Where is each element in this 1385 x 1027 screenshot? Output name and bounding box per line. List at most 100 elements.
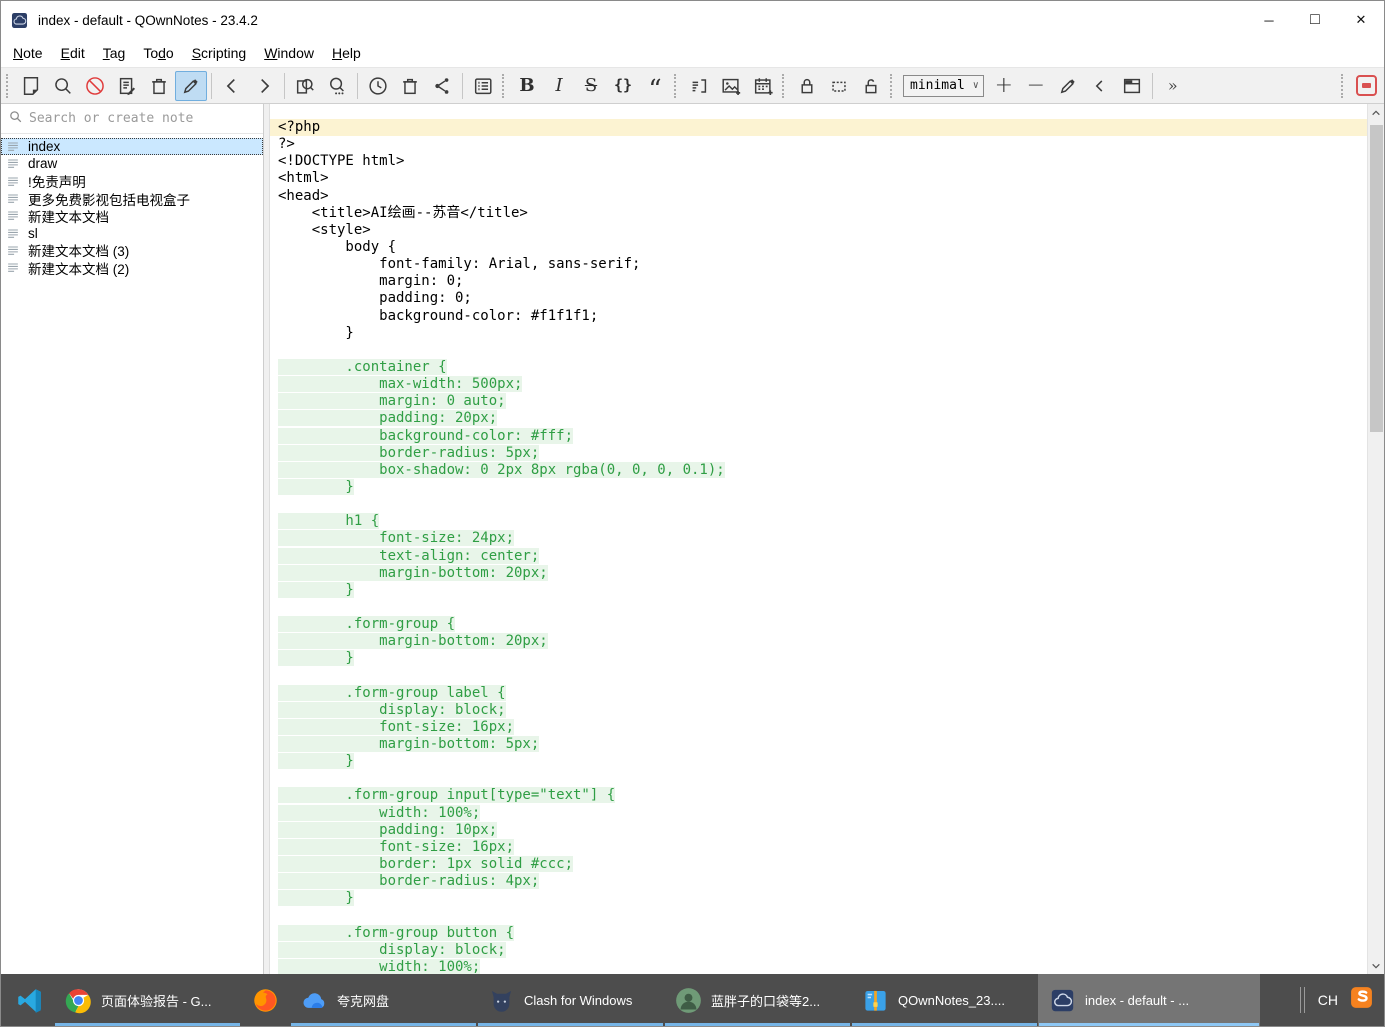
editor-line: .form-group input[type="text"] { xyxy=(270,787,1367,804)
decrypt-note-button[interactable] xyxy=(855,71,887,101)
search-input[interactable] xyxy=(29,111,256,126)
remove-note-button[interactable] xyxy=(79,71,111,101)
note-doc-icon xyxy=(6,157,20,170)
minimize-button[interactable]: ─ xyxy=(1246,1,1292,39)
note-diff-button[interactable] xyxy=(111,71,143,101)
editor-scrollbar[interactable] xyxy=(1367,104,1384,974)
maximize-button[interactable]: □ xyxy=(1292,1,1338,39)
trash-note-button[interactable] xyxy=(143,71,175,101)
todo-list-button[interactable] xyxy=(467,71,499,101)
menu-help[interactable]: Help xyxy=(323,41,370,65)
note-doc-icon xyxy=(6,261,20,274)
add-workspace-button[interactable]: + xyxy=(988,71,1020,101)
editor-line: margin: 0; xyxy=(270,273,1367,290)
collapse-panels-button[interactable] xyxy=(1084,71,1116,101)
menu-note[interactable]: Note xyxy=(4,41,52,65)
new-note-icon xyxy=(20,75,42,97)
dashed-box-icon xyxy=(828,75,850,97)
bold-icon: B xyxy=(519,77,534,95)
back-button[interactable] xyxy=(216,71,248,101)
braces-icon: {} xyxy=(614,78,632,93)
note-edit-indicator-button[interactable] xyxy=(1350,71,1382,101)
editor-line: margin: 0 auto; xyxy=(270,393,1367,410)
find-in-note-button[interactable] xyxy=(321,71,353,101)
note-list-item[interactable]: 新建文本文档 (2) xyxy=(1,259,263,276)
note-list-item[interactable]: 新建文本文档 (3) xyxy=(1,242,263,259)
remove-workspace-button[interactable]: − xyxy=(1020,71,1052,101)
note-text[interactable]: <?php?><!DOCTYPE html><html><head> <titl… xyxy=(270,119,1367,974)
taskbar-item-quark-pan[interactable]: 夸克网盘 xyxy=(290,974,477,1026)
forward-button[interactable] xyxy=(248,71,280,101)
strike-icon: S xyxy=(585,77,597,95)
menu-window[interactable]: Window xyxy=(255,41,323,65)
toolbar-overflow-button[interactable]: » xyxy=(1157,71,1189,101)
editor-line: width: 100%; xyxy=(270,805,1367,822)
edit-mode-button[interactable] xyxy=(175,71,207,101)
scroll-down-icon[interactable] xyxy=(1368,957,1384,974)
toolbar-drag-handle xyxy=(502,74,506,98)
note-list-item[interactable]: index xyxy=(1,138,263,155)
format-bold-button[interactable]: B xyxy=(511,71,543,101)
toggle-panels-button[interactable] xyxy=(1116,71,1148,101)
taskbar-item-vscode[interactable] xyxy=(5,974,54,1026)
editor-line: .container { xyxy=(270,359,1367,376)
taskbar-item-label: QOwnNotes_23.... xyxy=(898,993,1005,1008)
insert-blockquote-button[interactable]: “ xyxy=(639,71,671,101)
editor-line xyxy=(270,907,1367,924)
scroll-up-icon[interactable] xyxy=(1368,104,1384,121)
windows-taskbar: 页面体验报告 - G... 夸克网盘Clash for Windows 蓝胖子的口袋… xyxy=(1,974,1384,1026)
share-note-button[interactable] xyxy=(426,71,458,101)
workspace-selector[interactable]: minimal∨ xyxy=(903,75,984,97)
editor-line: <title>AI绘画--苏音</title> xyxy=(270,205,1367,222)
menu-scripting[interactable]: Scripting xyxy=(183,41,255,65)
note-editor[interactable]: <?php?><!DOCTYPE html><html><head> <titl… xyxy=(270,104,1384,974)
editor-line: max-width: 500px; xyxy=(270,376,1367,393)
note-title: sl xyxy=(28,226,38,241)
scrollbar-thumb[interactable] xyxy=(1370,125,1383,432)
chrome-icon xyxy=(65,987,92,1014)
menu-edit[interactable]: Edit xyxy=(52,41,94,65)
editor-line: } xyxy=(270,890,1367,907)
rename-workspace-button[interactable] xyxy=(1052,71,1084,101)
note-search-box xyxy=(1,104,263,134)
note-list-item[interactable]: 新建文本文档 xyxy=(1,207,263,224)
insert-image-button[interactable] xyxy=(715,71,747,101)
note-list-item[interactable]: !免责声明 xyxy=(1,173,263,190)
local-trash-button[interactable] xyxy=(394,71,426,101)
editor-line: border-radius: 4px; xyxy=(270,873,1367,890)
zip-archive-icon xyxy=(862,987,889,1014)
edit-encrypted-note-button[interactable] xyxy=(823,71,855,101)
menu-todo[interactable]: Todo xyxy=(134,41,182,65)
sogou-ime-icon[interactable] xyxy=(1349,985,1374,1015)
editor-line: width: 100%; xyxy=(270,959,1367,974)
taskbar-item-label: 蓝胖子的口袋等2... xyxy=(711,991,820,1010)
search-icon xyxy=(52,75,74,97)
new-note-button[interactable] xyxy=(15,71,47,101)
close-button[interactable]: ✕ xyxy=(1338,1,1384,39)
editor-line xyxy=(270,342,1367,359)
note-history-button[interactable] xyxy=(362,71,394,101)
taskbar-item-chrome[interactable]: 页面体验报告 - G... xyxy=(54,974,241,1026)
encrypt-note-button[interactable] xyxy=(791,71,823,101)
taskbar-item-clash[interactable]: Clash for Windows xyxy=(477,974,664,1026)
taskbar-item-qownnotes[interactable]: index - default - ... xyxy=(1038,974,1260,1026)
note-list-item[interactable]: 更多免费影视包括电视盒子 xyxy=(1,190,263,207)
insert-current-time-button[interactable] xyxy=(747,71,779,101)
insert-code-block-button[interactable]: {} xyxy=(607,71,639,101)
note-list-item[interactable]: sl xyxy=(1,224,263,241)
editor-line: } xyxy=(270,650,1367,667)
menu-tag[interactable]: Tag xyxy=(94,41,135,65)
editor-line: box-shadow: 0 2px 8px rgba(0, 0, 0, 0.1)… xyxy=(270,462,1367,479)
taskbar-item-firefox[interactable] xyxy=(241,974,290,1026)
language-indicator[interactable]: CH xyxy=(1318,992,1338,1008)
find-replace-in-text-button[interactable] xyxy=(289,71,321,101)
note-list-item[interactable]: draw xyxy=(1,155,263,172)
search-note-button[interactable] xyxy=(47,71,79,101)
format-italic-button[interactable]: I xyxy=(543,71,575,101)
insert-text-link-button[interactable] xyxy=(683,71,715,101)
format-strikethrough-button[interactable]: S xyxy=(575,71,607,101)
editor-line: font-family: Arial, sans-serif; xyxy=(270,256,1367,273)
note-doc-icon xyxy=(6,244,20,257)
taskbar-item-wechat-chat[interactable]: 蓝胖子的口袋等2... xyxy=(664,974,851,1026)
taskbar-item-zip-archive[interactable]: QOwnNotes_23.... xyxy=(851,974,1038,1026)
